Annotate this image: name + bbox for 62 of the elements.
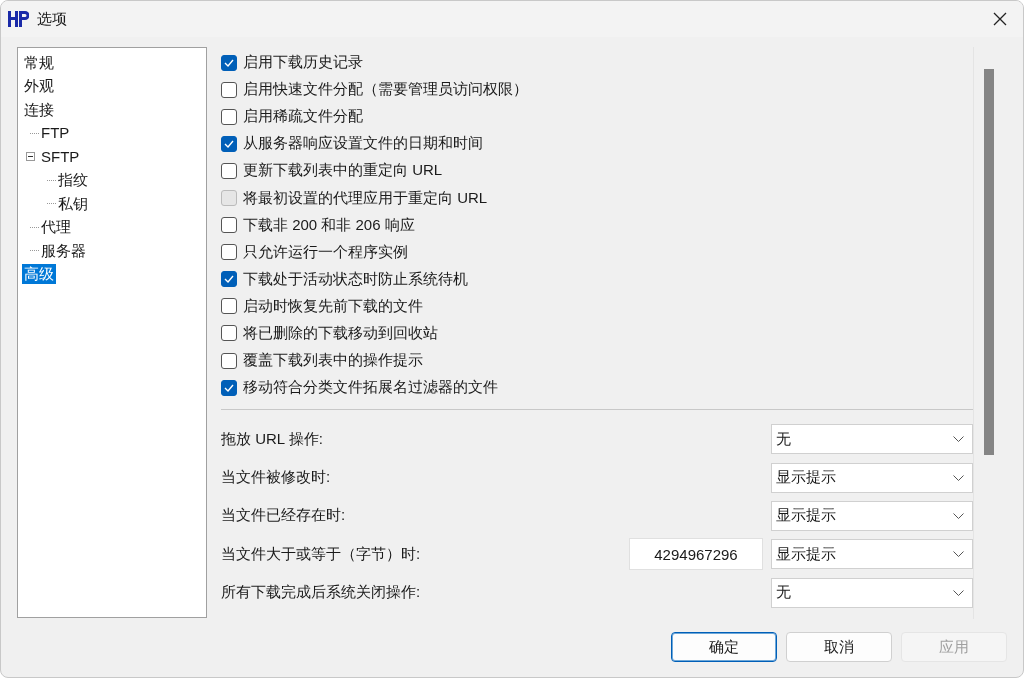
- checkbox[interactable]: [221, 244, 237, 261]
- checkbox[interactable]: [221, 271, 237, 288]
- option-label: 将最初设置的代理应用于重定向 URL: [243, 188, 488, 208]
- option-label: 启用稀疏文件分配: [243, 107, 363, 127]
- checkbox[interactable]: [221, 352, 237, 369]
- option-label: 启用快速文件分配（需要管理员访问权限）: [243, 80, 528, 100]
- checkbox[interactable]: [221, 298, 237, 315]
- dialog-button[interactable]: 确定: [671, 632, 777, 662]
- checkbox[interactable]: [221, 135, 237, 152]
- tree-item[interactable]: 常规: [22, 52, 56, 73]
- dropdown[interactable]: 显示提示: [771, 462, 973, 493]
- checkbox[interactable]: [221, 81, 237, 98]
- checkbox[interactable]: [221, 379, 237, 396]
- checkmark-icon: [224, 275, 234, 284]
- chevron-down-icon: [953, 551, 964, 558]
- tree-item[interactable]: 高级: [22, 264, 56, 285]
- option-label: 启动时恢复先前下载的文件: [243, 296, 423, 316]
- checkbox[interactable]: [221, 162, 237, 179]
- setting-label: 当文件大于或等于（字节）时:: [221, 544, 421, 562]
- setting-label: 当文件已经存在时:: [221, 506, 346, 524]
- tree-item[interactable]: 服务器: [39, 240, 88, 261]
- checkbox[interactable]: [221, 217, 237, 234]
- collapse-icon[interactable]: [26, 152, 35, 162]
- chevron-down-icon: [953, 512, 964, 519]
- chevron-down-icon: [953, 474, 964, 481]
- checkmark-icon: [224, 58, 234, 67]
- checkbox[interactable]: [221, 325, 237, 342]
- dialog-button[interactable]: 取消: [786, 632, 892, 662]
- tree-item[interactable]: 代理: [39, 217, 73, 238]
- chevron-down-icon: [953, 436, 964, 443]
- option-label: 从服务器响应设置文件的日期和时间: [243, 134, 483, 154]
- checkmark-icon: [224, 139, 234, 148]
- checkbox[interactable]: [221, 108, 237, 125]
- tree-item[interactable]: 私钥: [56, 193, 90, 214]
- chevron-down-icon: [953, 589, 964, 596]
- scrollbar-thumb[interactable]: [984, 69, 994, 455]
- option-label: 移动符合分类文件拓展名过滤器的文件: [243, 378, 498, 398]
- tree-item[interactable]: 指纹: [56, 170, 90, 191]
- size-field[interactable]: 4294967296: [629, 538, 763, 571]
- option-label: 下载处于活动状态时防止系统待机: [243, 269, 468, 289]
- dropdown[interactable]: 无: [771, 577, 973, 608]
- dropdown[interactable]: 显示提示: [771, 539, 973, 570]
- checkmark-icon: [224, 383, 234, 392]
- setting-label: 当文件被修改时:: [221, 468, 331, 486]
- close-icon[interactable]: [993, 12, 1007, 26]
- option-label: 启用下载历史记录: [243, 53, 363, 73]
- option-label: 下载非 200 和非 206 响应: [243, 215, 415, 235]
- option-label: 覆盖下载列表中的操作提示: [243, 351, 423, 371]
- app-logo-icon: [7, 9, 29, 29]
- option-label: 更新下载列表中的重定向 URL: [243, 161, 443, 181]
- tree-item[interactable]: SFTP: [39, 146, 82, 167]
- checkbox[interactable]: [221, 54, 237, 71]
- dropdown[interactable]: 无: [771, 424, 973, 455]
- setting-label: 拖放 URL 操作:: [221, 429, 323, 447]
- setting-label: 所有下载完成后系统关闭操作:: [221, 583, 421, 601]
- dropdown[interactable]: 显示提示: [771, 500, 973, 531]
- option-label: 只允许运行一个程序实例: [243, 242, 408, 262]
- tree-item[interactable]: 外观: [22, 76, 56, 97]
- option-label: 将已删除的下载移动到回收站: [243, 324, 438, 343]
- tree-item[interactable]: 连接: [22, 99, 56, 120]
- window-title: 选项: [37, 9, 68, 29]
- tree-item[interactable]: FTP: [39, 123, 72, 144]
